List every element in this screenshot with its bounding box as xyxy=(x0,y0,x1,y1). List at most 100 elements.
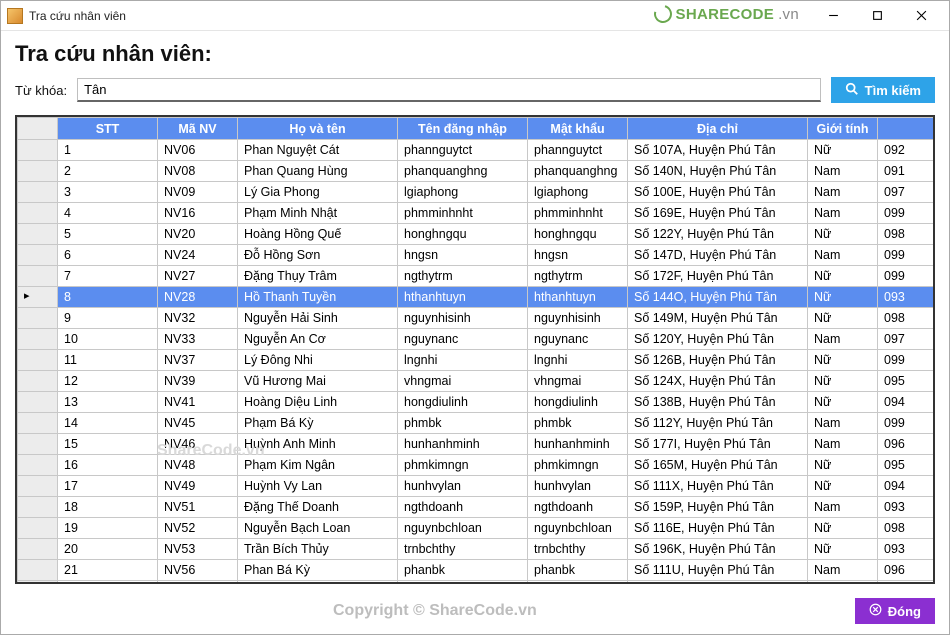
cell-pass[interactable]: phmbk xyxy=(528,413,628,434)
cell-diachi[interactable]: Số 147D, Huyện Phú Tân xyxy=(628,245,808,266)
table-row[interactable]: 4NV16Phạm Minh NhậtphmminhnhtphmminhnhtS… xyxy=(18,203,934,224)
cell-diachi[interactable]: Số 140N, Huyện Phú Tân xyxy=(628,161,808,182)
cell-sdt[interactable]: 093 xyxy=(878,287,934,308)
cell-gt[interactable]: Nữ xyxy=(808,455,878,476)
cell-diachi[interactable]: Số 122Y, Huyện Phú Tân xyxy=(628,224,808,245)
table-row[interactable]: 20NV53Trần Bích ThủytrnbchthytrnbchthySố… xyxy=(18,539,934,560)
cell-gt[interactable]: Nữ xyxy=(808,371,878,392)
cell-user[interactable]: phmbk xyxy=(398,413,528,434)
cell-user[interactable]: nguynanc xyxy=(398,329,528,350)
cell-manv[interactable]: NV41 xyxy=(158,392,238,413)
cell-sdt[interactable]: 096 xyxy=(878,434,934,455)
cell-gt[interactable]: Nữ xyxy=(808,539,878,560)
cell-diachi[interactable]: Số 138B, Huyện Phú Tân xyxy=(628,392,808,413)
cell-diachi[interactable]: Số 165M, Huyện Phú Tân xyxy=(628,455,808,476)
cell-user[interactable]: ngthytrm xyxy=(398,266,528,287)
table-row[interactable]: 15NV46Huỳnh Anh Minhhunhanhminhhunhanhmi… xyxy=(18,434,934,455)
cell-stt[interactable]: 13 xyxy=(58,392,158,413)
cell-hoten[interactable]: Đỗ Hồng Sơn xyxy=(238,245,398,266)
cell-stt[interactable]: 9 xyxy=(58,308,158,329)
row-header[interactable] xyxy=(18,497,58,518)
cell-pass[interactable]: phmkimngn xyxy=(528,455,628,476)
table-row[interactable]: 19NV52Nguyễn Bạch Loannguynbchloannguynb… xyxy=(18,518,934,539)
cell-manv[interactable]: NV51 xyxy=(158,497,238,518)
col-pass[interactable]: Mật khẩu xyxy=(528,118,628,140)
cell-user[interactable]: hongdiulinh xyxy=(398,392,528,413)
cell-pass[interactable]: vtuytmai xyxy=(528,581,628,583)
cell-sdt[interactable]: 099 xyxy=(878,245,934,266)
cell-diachi[interactable]: Số 144O, Huyện Phú Tân xyxy=(628,287,808,308)
cell-manv[interactable]: NV32 xyxy=(158,308,238,329)
cell-sdt[interactable]: 097 xyxy=(878,182,934,203)
cell-sdt[interactable]: 092 xyxy=(878,140,934,161)
cell-user[interactable]: nguynbchloan xyxy=(398,518,528,539)
cell-user[interactable]: vhngmai xyxy=(398,371,528,392)
table-row[interactable]: 13NV41Hoàng Diệu Linhhongdiulinhhongdiul… xyxy=(18,392,934,413)
cell-user[interactable]: hngsn xyxy=(398,245,528,266)
col-user[interactable]: Tên đăng nhập xyxy=(398,118,528,140)
cell-sdt[interactable]: 095 xyxy=(878,371,934,392)
cell-user[interactable]: phanbk xyxy=(398,560,528,581)
cell-sdt[interactable]: 098 xyxy=(878,581,934,583)
row-header[interactable] xyxy=(18,140,58,161)
cell-manv[interactable]: NV39 xyxy=(158,371,238,392)
row-header[interactable] xyxy=(18,455,58,476)
cell-manv[interactable]: NV28 xyxy=(158,287,238,308)
cell-diachi[interactable]: Số 100E, Huyện Phú Tân xyxy=(628,182,808,203)
table-row[interactable]: 16NV48Phạm Kim NgânphmkimngnphmkimngnSố … xyxy=(18,455,934,476)
cell-pass[interactable]: ngthdoanh xyxy=(528,497,628,518)
cell-pass[interactable]: phanbk xyxy=(528,560,628,581)
row-header[interactable] xyxy=(18,350,58,371)
cell-hoten[interactable]: Phạm Bá Kỳ xyxy=(238,413,398,434)
cell-pass[interactable]: hongdiulinh xyxy=(528,392,628,413)
close-window-button[interactable] xyxy=(899,2,943,30)
cell-gt[interactable]: Nam xyxy=(808,560,878,581)
cell-hoten[interactable]: Phạm Minh Nhật xyxy=(238,203,398,224)
table-row[interactable]: 11NV37Lý Đông NhilngnhilngnhiSố 126B, Hu… xyxy=(18,350,934,371)
cell-sdt[interactable]: 091 xyxy=(878,161,934,182)
cell-pass[interactable]: nguynhisinh xyxy=(528,308,628,329)
maximize-button[interactable] xyxy=(855,2,899,30)
cell-gt[interactable]: Nữ xyxy=(808,266,878,287)
table-row[interactable]: 8NV28Hồ Thanh TuyềnhthanhtuynhthanhtuynS… xyxy=(18,287,934,308)
cell-manv[interactable]: NV53 xyxy=(158,539,238,560)
cell-diachi[interactable]: Số 159P, Huyện Phú Tân xyxy=(628,497,808,518)
cell-hoten[interactable]: Hoàng Hồng Quế xyxy=(238,224,398,245)
cell-manv[interactable]: NV27 xyxy=(158,266,238,287)
cell-user[interactable]: hthanhtuyn xyxy=(398,287,528,308)
cell-hoten[interactable]: Nguyễn Hải Sinh xyxy=(238,308,398,329)
cell-hoten[interactable]: Phạm Kim Ngân xyxy=(238,455,398,476)
cell-manv[interactable]: NV52 xyxy=(158,518,238,539)
cell-pass[interactable]: lgiaphong xyxy=(528,182,628,203)
col-diachi[interactable]: Địa chỉ xyxy=(628,118,808,140)
cell-user[interactable]: hunhanhminh xyxy=(398,434,528,455)
row-header[interactable] xyxy=(18,518,58,539)
cell-manv[interactable]: NV48 xyxy=(158,455,238,476)
cell-pass[interactable]: vhngmai xyxy=(528,371,628,392)
cell-manv[interactable]: NV09 xyxy=(158,182,238,203)
cell-stt[interactable]: 20 xyxy=(58,539,158,560)
cell-diachi[interactable]: Số 196K, Huyện Phú Tân xyxy=(628,539,808,560)
cell-diachi[interactable]: Số 116E, Huyện Phú Tân xyxy=(628,518,808,539)
cell-stt[interactable]: 3 xyxy=(58,182,158,203)
col-manv[interactable]: Mã NV xyxy=(158,118,238,140)
cell-gt[interactable]: Nam xyxy=(808,203,878,224)
cell-hoten[interactable]: Đặng Thụy Trâm xyxy=(238,266,398,287)
row-header[interactable] xyxy=(18,371,58,392)
cell-pass[interactable]: ngthytrm xyxy=(528,266,628,287)
cell-stt[interactable]: 6 xyxy=(58,245,158,266)
cell-pass[interactable]: hunhvylan xyxy=(528,476,628,497)
cell-user[interactable]: vtuytmai xyxy=(398,581,528,583)
cell-diachi[interactable]: Số 167Y, Huyện Phú Tân xyxy=(628,581,808,583)
cell-gt[interactable]: Nữ xyxy=(808,518,878,539)
cell-stt[interactable]: 8 xyxy=(58,287,158,308)
cell-stt[interactable]: 17 xyxy=(58,476,158,497)
table-row[interactable]: 12NV39Vũ Hương MaivhngmaivhngmaiSố 124X,… xyxy=(18,371,934,392)
row-header[interactable] xyxy=(18,287,58,308)
cell-manv[interactable]: NV08 xyxy=(158,161,238,182)
cell-manv[interactable]: NV56 xyxy=(158,560,238,581)
cell-hoten[interactable]: Đặng Thế Doanh xyxy=(238,497,398,518)
cell-pass[interactable]: nguynanc xyxy=(528,329,628,350)
cell-user[interactable]: phannguytct xyxy=(398,140,528,161)
cell-pass[interactable]: phanquanghng xyxy=(528,161,628,182)
